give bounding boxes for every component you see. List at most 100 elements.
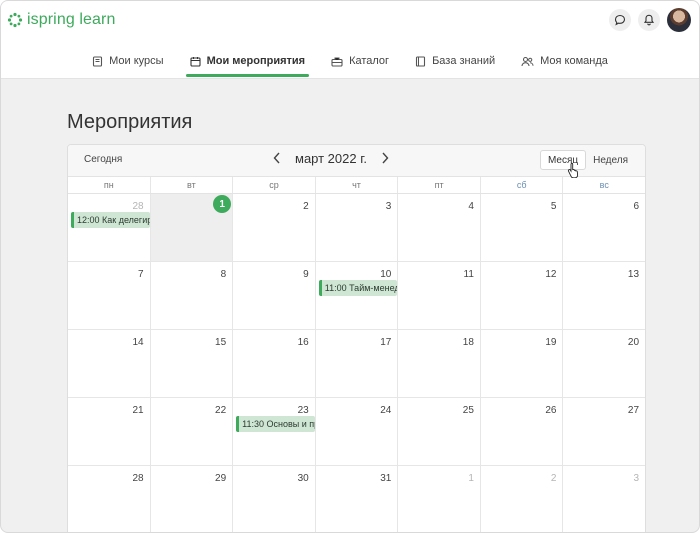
top-header: ispring learn Мои курсы Мои мероприятия … <box>1 1 699 79</box>
prev-month-icon[interactable] <box>273 152 281 166</box>
day-cell[interactable]: 18 <box>398 330 481 397</box>
event-chip[interactable]: 12:00 Как делегировать <box>71 212 150 228</box>
weekday-label: ср <box>233 177 316 193</box>
day-number: 31 <box>380 473 392 484</box>
nav-item-label: Мои курсы <box>109 55 164 67</box>
notifications-button[interactable] <box>638 9 660 31</box>
header-actions <box>609 8 691 32</box>
day-cell[interactable]: 2 <box>481 466 564 532</box>
day-cell[interactable]: 31 <box>316 466 399 532</box>
day-number: 30 <box>297 473 309 484</box>
mouse-pointer-icon <box>567 162 579 178</box>
nav-item-label: База знаний <box>432 55 496 67</box>
weekday-label: пн <box>68 177 151 193</box>
day-number: 6 <box>633 201 640 212</box>
day-number: 15 <box>215 337 227 348</box>
day-number: 21 <box>132 405 144 416</box>
day-number: 3 <box>385 201 392 212</box>
event-chip[interactable]: 11:30 Основы и принципы <box>236 416 315 432</box>
day-cell[interactable]: 14 <box>68 330 151 397</box>
nav-item-my-team[interactable]: Моя команда <box>508 45 621 77</box>
day-cell[interactable]: 30 <box>233 466 316 532</box>
user-avatar[interactable] <box>667 8 691 32</box>
month-grid: 2812:00 Как делегировать1234567891011:00… <box>68 194 645 532</box>
day-cell[interactable]: 7 <box>68 262 151 329</box>
day-cell[interactable]: 26 <box>481 398 564 465</box>
nav-item-catalog[interactable]: Каталог <box>318 45 402 77</box>
day-cell[interactable]: 1011:00 Тайм-менеджмент <box>316 262 399 329</box>
month-navigation: март 2022 г. <box>273 151 389 166</box>
events-calendar: Сегодня март 2022 г. Месяц Неделя пн вт ср… <box>67 144 646 532</box>
day-cell[interactable]: 8 <box>151 262 234 329</box>
day-cell[interactable]: 3 <box>563 466 645 532</box>
day-cell[interactable]: 12 <box>481 262 564 329</box>
day-number: 22 <box>215 405 227 416</box>
day-number: 5 <box>550 201 557 212</box>
day-number: 13 <box>627 269 640 280</box>
day-cell[interactable]: 21 <box>68 398 151 465</box>
day-number: 8 <box>220 269 227 280</box>
day-cell[interactable]: 24 <box>316 398 399 465</box>
day-cell[interactable]: 3 <box>316 194 399 261</box>
ispring-logo-icon <box>7 12 23 28</box>
day-number: 11 <box>463 269 474 280</box>
day-cell[interactable]: 16 <box>233 330 316 397</box>
nav-item-label: Мои мероприятия <box>206 55 306 67</box>
day-cell[interactable]: 29 <box>151 466 234 532</box>
event-chip[interactable]: 11:00 Тайм-менеджмент <box>318 280 398 296</box>
nav-item-knowledge-base[interactable]: База знаний <box>402 45 508 77</box>
book-icon <box>416 55 426 67</box>
day-cell[interactable]: 25 <box>398 398 481 465</box>
day-number: 10 <box>380 269 392 280</box>
week-view-button[interactable]: Неделя <box>586 150 635 170</box>
current-month-label: март 2022 г. <box>295 151 367 166</box>
day-cell[interactable]: 13 <box>563 262 645 329</box>
day-cell[interactable]: 15 <box>151 330 234 397</box>
day-cell[interactable]: 6 <box>563 194 645 261</box>
day-cell[interactable]: 19 <box>481 330 564 397</box>
weekday-header: пн вт ср чт пт сб вс <box>68 177 645 194</box>
main-nav: Мои курсы Мои мероприятия Каталог База з… <box>1 45 699 79</box>
day-cell[interactable]: 5 <box>481 194 564 261</box>
day-number: 27 <box>627 405 640 416</box>
day-number: 24 <box>380 405 392 416</box>
day-cell[interactable]: 1 <box>398 466 481 532</box>
page-title: Мероприятия <box>67 111 193 133</box>
day-number: 17 <box>380 337 392 348</box>
weekday-label: чт <box>316 177 399 193</box>
nav-item-label: Каталог <box>349 55 390 67</box>
brand-logo[interactable]: ispring learn <box>7 9 115 31</box>
nav-item-label: Моя команда <box>540 55 608 67</box>
messages-button[interactable] <box>609 9 631 31</box>
day-number: 23 <box>297 405 309 416</box>
day-cell[interactable]: 9 <box>233 262 316 329</box>
day-number: 12 <box>545 269 557 280</box>
day-number: 2 <box>550 473 557 484</box>
app-window: ispring learn Мои курсы Мои мероприятия … <box>0 0 700 533</box>
day-cell[interactable]: 2812:00 Как делегировать <box>68 194 151 261</box>
day-cell-today[interactable]: 1 <box>150 194 234 261</box>
day-cell[interactable]: 20 <box>563 330 645 397</box>
nav-item-my-events[interactable]: Мои мероприятия <box>177 45 319 77</box>
day-cell[interactable]: 11 <box>398 262 481 329</box>
day-number: 14 <box>132 337 144 348</box>
chat-bubble-icon <box>614 14 626 26</box>
day-cell[interactable]: 2 <box>233 194 316 261</box>
day-cell[interactable]: 28 <box>68 466 151 532</box>
day-cell[interactable]: 4 <box>398 194 481 261</box>
day-cell[interactable]: 2311:30 Основы и принципы <box>233 398 316 465</box>
day-cell[interactable]: 27 <box>563 398 645 465</box>
weekday-label: вт <box>151 177 234 193</box>
day-cell[interactable]: 17 <box>316 330 399 397</box>
day-number: 1 <box>213 195 232 213</box>
brand-name: ispring learn <box>27 11 116 28</box>
nav-item-my-courses[interactable]: Мои курсы <box>79 45 176 77</box>
next-month-icon[interactable] <box>381 152 389 166</box>
weekday-label: сб <box>481 177 564 193</box>
day-number: 3 <box>633 473 640 484</box>
today-button[interactable]: Сегодня <box>84 154 122 165</box>
week-row: 14 15 16 17 18 19 20 <box>68 330 645 398</box>
week-row: 21 22 2311:30 Основы и принципы 24 25 26 27 <box>68 398 645 466</box>
day-number: 29 <box>215 473 227 484</box>
day-cell[interactable]: 22 <box>151 398 234 465</box>
